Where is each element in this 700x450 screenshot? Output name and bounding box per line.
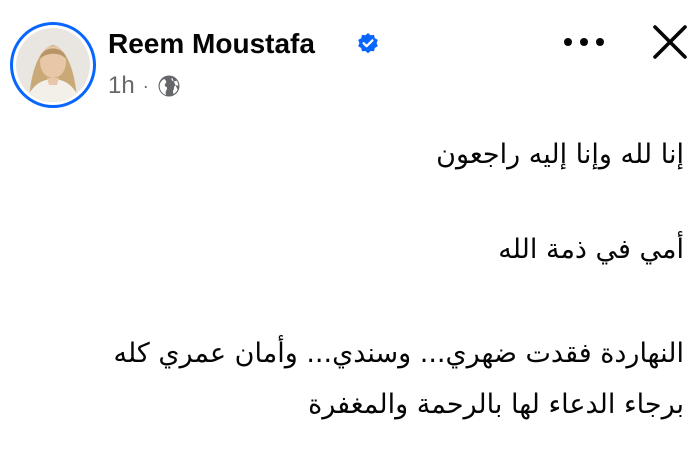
more-dots-icon: [564, 38, 604, 46]
author-avatar[interactable]: [10, 22, 96, 108]
more-options-button[interactable]: [556, 22, 612, 62]
post-text-line: أمي في ذمة الله: [498, 234, 684, 265]
globe-icon[interactable]: [157, 74, 181, 98]
post-timestamp[interactable]: 1h: [108, 72, 135, 100]
meta-separator: ·: [142, 76, 149, 96]
post-text-line: إنا لله وإنا إليه راجعون: [436, 139, 684, 170]
avatar-image: [16, 28, 90, 102]
post-text-line: برجاء الدعاء لها بالرحمة والمغفرة: [308, 389, 684, 420]
verified-badge-icon: [358, 33, 378, 54]
close-icon: [653, 25, 687, 59]
author-name[interactable]: Reem Moustafa: [108, 24, 315, 64]
post-meta: 1h ·: [108, 70, 181, 102]
post-text-line: النهاردة فقدت ضهري... وسندي... وأمان عمر…: [113, 338, 685, 369]
close-button[interactable]: [644, 16, 696, 68]
